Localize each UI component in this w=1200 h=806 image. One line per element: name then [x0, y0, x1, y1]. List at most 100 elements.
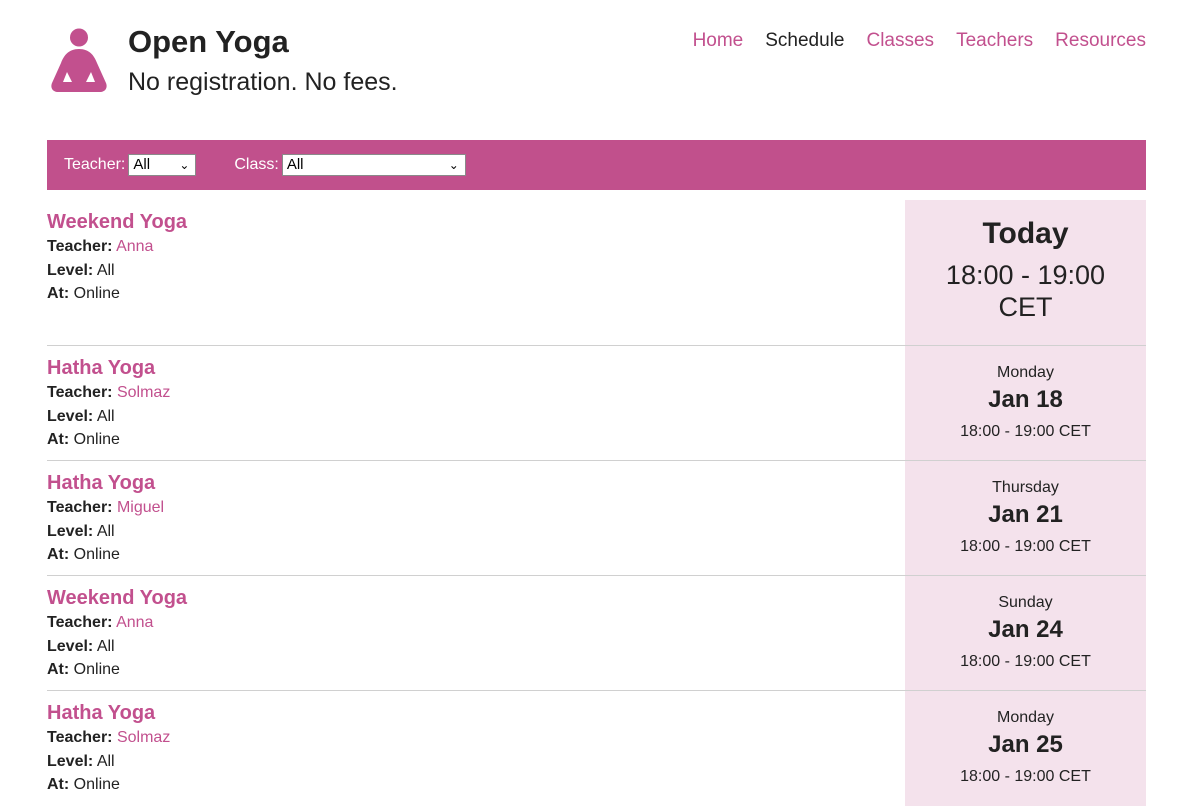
schedule-row: Hatha Yoga Teacher: Solmaz Level: All At…: [47, 691, 1146, 806]
today-label: Today: [982, 217, 1069, 250]
class-name-link[interactable]: Hatha Yoga: [47, 701, 905, 725]
teacher-filter: Teacher: All ⌄: [64, 154, 197, 176]
location-value: Online: [73, 431, 120, 448]
class-name-link[interactable]: Hatha Yoga: [47, 356, 905, 380]
level-line: Level: All: [47, 635, 905, 659]
location-line: At: Online: [47, 428, 905, 452]
teacher-line: Teacher: Miguel: [47, 496, 905, 520]
teacher-line: Teacher: Solmaz: [47, 726, 905, 750]
class-name-link[interactable]: Hatha Yoga: [47, 471, 905, 495]
site-header: Open Yoga No registration. No fees. Home…: [0, 0, 1200, 140]
time-range: 18:00 - 19:00 CET: [960, 538, 1091, 555]
teacher-select-value: All: [133, 156, 151, 173]
level-value: All: [96, 522, 115, 540]
location-line: At: Online: [47, 658, 905, 682]
nav-teachers[interactable]: Teachers: [956, 30, 1033, 52]
main-nav: Home Schedule Classes Teachers Resources: [693, 30, 1146, 52]
level-value: All: [96, 407, 115, 425]
level-line: Level: All: [47, 259, 905, 283]
teacher-link[interactable]: Anna: [116, 614, 153, 631]
teacher-link[interactable]: Miguel: [117, 499, 164, 516]
date: Jan 25: [988, 731, 1063, 758]
chevron-down-icon: ⌄: [448, 158, 459, 172]
class-name-link[interactable]: Weekend Yoga: [47, 586, 905, 610]
location-value: Online: [73, 285, 120, 302]
teacher-link[interactable]: Solmaz: [117, 384, 170, 401]
class-info: Weekend Yoga Teacher: Anna Level: All At…: [47, 576, 905, 690]
level-line: Level: All: [47, 750, 905, 774]
teacher-filter-label: Teacher:: [64, 156, 126, 173]
class-name-link[interactable]: Weekend Yoga: [47, 210, 905, 234]
weekday: Sunday: [998, 594, 1053, 611]
location-field-label: At:: [47, 546, 70, 563]
date: Jan 18: [988, 386, 1063, 413]
teacher-link[interactable]: Anna: [116, 238, 153, 255]
time-range-hours: 18:00 - 19:00: [945, 260, 1106, 290]
schedule-list: Weekend Yoga Teacher: Anna Level: All At…: [47, 200, 1146, 806]
site-tagline: No registration. No fees.: [128, 68, 398, 96]
location-value: Online: [73, 546, 120, 563]
level-field-label: Level:: [47, 637, 94, 655]
date: Jan 21: [988, 501, 1063, 528]
location-line: At: Online: [47, 543, 905, 567]
schedule-row: Weekend Yoga Teacher: Anna Level: All At…: [47, 576, 1146, 691]
chevron-down-icon: ⌄: [179, 158, 190, 172]
nav-home[interactable]: Home: [693, 30, 744, 52]
date-panel: Sunday Jan 24 18:00 - 19:00 CET: [905, 576, 1146, 690]
location-field-label: At:: [47, 661, 70, 678]
level-field-label: Level:: [47, 407, 94, 425]
schedule-row: Weekend Yoga Teacher: Anna Level: All At…: [47, 200, 1146, 346]
teacher-line: Teacher: Anna: [47, 611, 905, 635]
class-filter-label: Class:: [234, 156, 279, 173]
teacher-field-label: Teacher:: [47, 729, 113, 746]
teacher-field-label: Teacher:: [47, 499, 113, 516]
teacher-line: Teacher: Solmaz: [47, 381, 905, 405]
date-panel: Thursday Jan 21 18:00 - 19:00 CET: [905, 461, 1146, 575]
location-field-label: At:: [47, 285, 70, 302]
site-title: Open Yoga: [128, 24, 289, 59]
location-line: At: Online: [47, 282, 905, 306]
time-range: 18:00 - 19:00 CET: [960, 653, 1091, 670]
time-zone: CET: [998, 292, 1053, 322]
nav-schedule[interactable]: Schedule: [765, 30, 844, 52]
class-info: Hatha Yoga Teacher: Miguel Level: All At…: [47, 461, 905, 575]
teacher-link[interactable]: Solmaz: [117, 729, 170, 746]
level-value: All: [96, 752, 115, 770]
location-value: Online: [73, 661, 120, 678]
time-range: 18:00 - 19:00 CET: [905, 259, 1146, 323]
level-line: Level: All: [47, 405, 905, 429]
class-info: Weekend Yoga Teacher: Anna Level: All At…: [47, 200, 905, 345]
time-range: 18:00 - 19:00 CET: [960, 768, 1091, 785]
level-value: All: [96, 261, 115, 279]
weekday: Thursday: [992, 479, 1059, 496]
location-field-label: At:: [47, 776, 70, 793]
date: Jan 24: [988, 616, 1063, 643]
schedule-row: Hatha Yoga Teacher: Solmaz Level: All At…: [47, 346, 1146, 461]
level-line: Level: All: [47, 520, 905, 544]
teacher-field-label: Teacher:: [47, 614, 113, 631]
level-field-label: Level:: [47, 752, 94, 770]
class-filter: Class: All ⌄: [234, 154, 466, 176]
teacher-line: Teacher: Anna: [47, 235, 905, 259]
level-field-label: Level:: [47, 261, 94, 279]
filter-bar: Teacher: All ⌄ Class: All ⌄: [47, 140, 1146, 190]
meditating-person-icon[interactable]: [50, 28, 108, 94]
level-field-label: Level:: [47, 522, 94, 540]
time-range: 18:00 - 19:00 CET: [960, 423, 1091, 440]
location-value: Online: [73, 776, 120, 793]
weekday: Monday: [997, 709, 1054, 726]
nav-classes[interactable]: Classes: [866, 30, 934, 52]
teacher-field-label: Teacher:: [47, 238, 113, 255]
class-select[interactable]: All ⌄: [281, 154, 466, 176]
class-info: Hatha Yoga Teacher: Solmaz Level: All At…: [47, 346, 905, 460]
schedule-row: Hatha Yoga Teacher: Miguel Level: All At…: [47, 461, 1146, 576]
date-panel: Monday Jan 18 18:00 - 19:00 CET: [905, 346, 1146, 460]
location-line: At: Online: [47, 773, 905, 797]
class-select-value: All: [286, 156, 304, 173]
teacher-select[interactable]: All ⌄: [128, 154, 197, 176]
teacher-field-label: Teacher:: [47, 384, 113, 401]
level-value: All: [96, 637, 115, 655]
date-panel: Monday Jan 25 18:00 - 19:00 CET: [905, 691, 1146, 806]
date-panel: Today 18:00 - 19:00 CET: [905, 200, 1146, 345]
nav-resources[interactable]: Resources: [1055, 30, 1146, 52]
